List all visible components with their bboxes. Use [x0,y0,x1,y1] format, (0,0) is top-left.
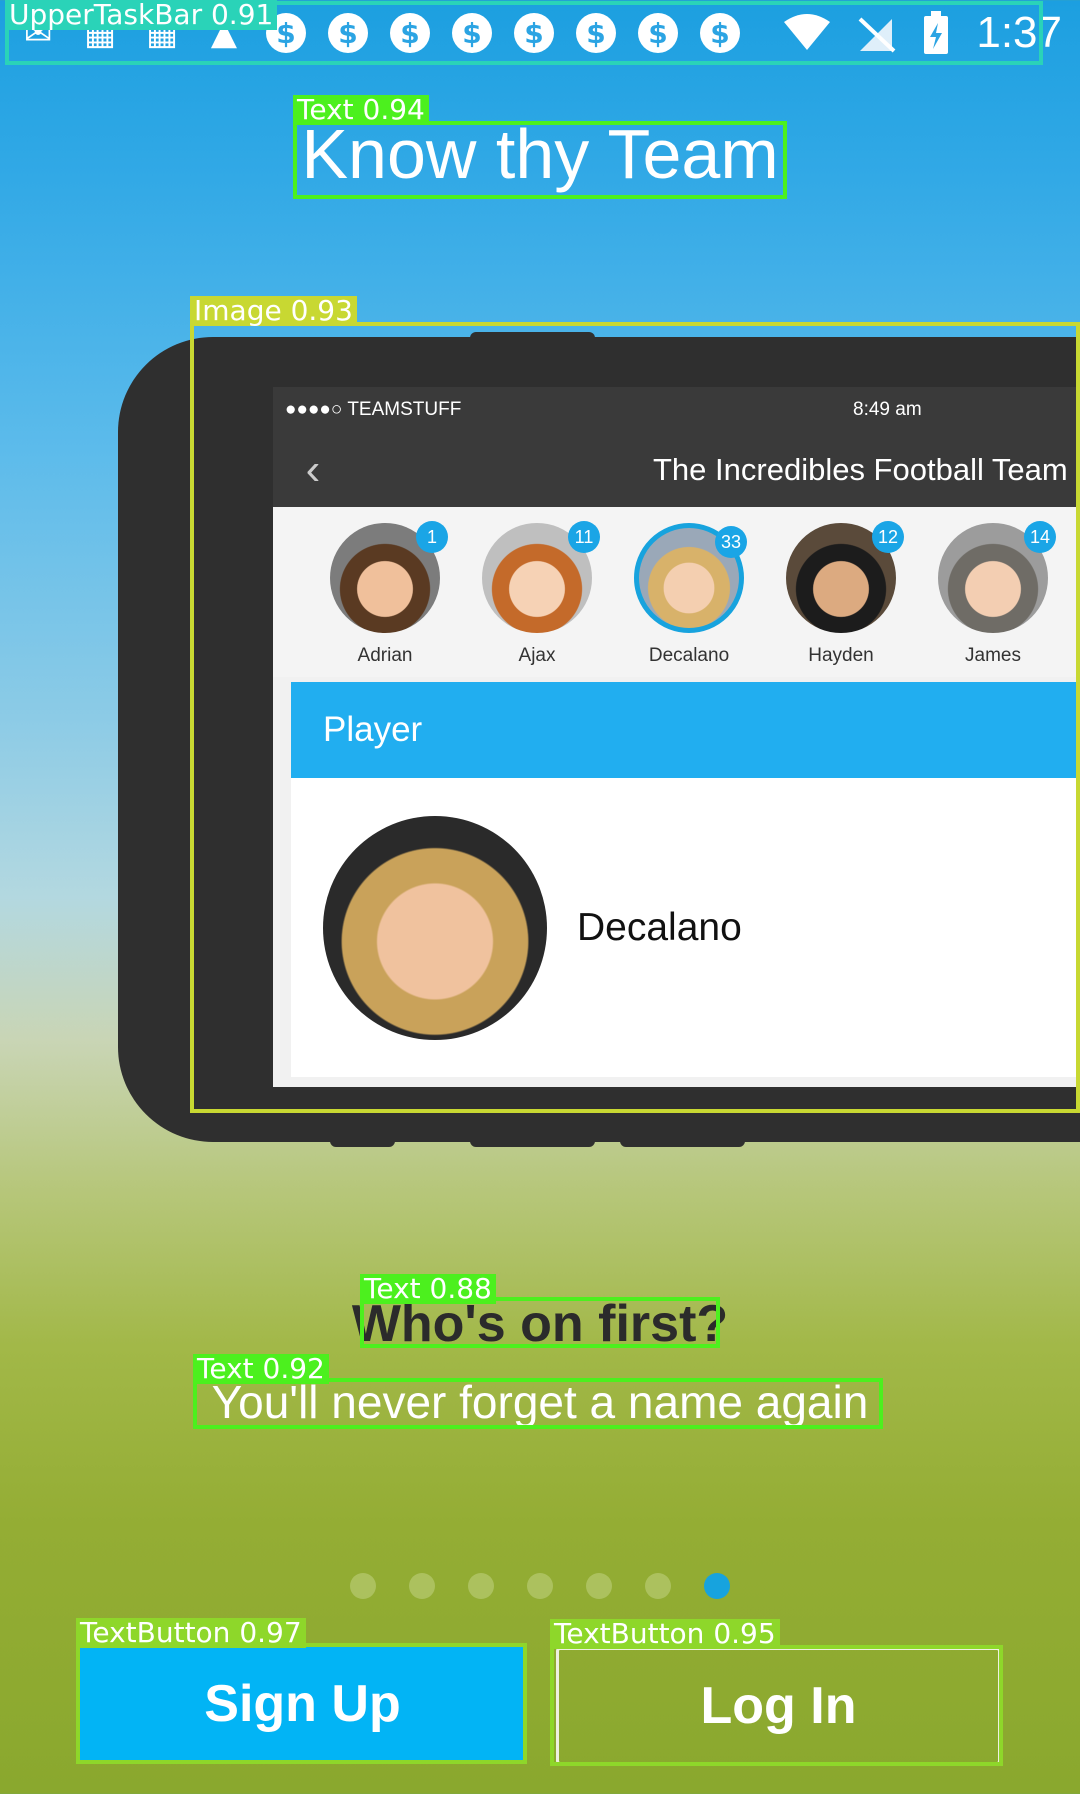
detection-label-log-in: TextButton 0.95 [550,1619,780,1649]
page-dot[interactable] [468,1573,494,1599]
page-dot[interactable] [586,1573,612,1599]
detection-label-status-bar: UpperTaskBar 0.91 [5,0,278,30]
page-dot[interactable] [409,1573,435,1599]
page-dot[interactable] [645,1573,671,1599]
detection-box-subheading [193,1378,883,1429]
detection-box-log-in [550,1645,1003,1766]
page-dot[interactable] [350,1573,376,1599]
detection-box-sign-up [76,1643,527,1764]
page-dot[interactable] [527,1573,553,1599]
detection-box-title [293,121,787,199]
detection-label-heading: Text 0.88 [360,1274,496,1304]
detection-label-image: Image 0.93 [190,296,357,326]
detection-label-title: Text 0.94 [293,95,429,125]
page-dot-active[interactable] [704,1573,730,1599]
detection-label-subheading: Text 0.92 [193,1354,329,1384]
page-indicator [350,1573,730,1599]
detection-label-sign-up: TextButton 0.97 [76,1618,306,1648]
detection-box-image [190,322,1080,1113]
